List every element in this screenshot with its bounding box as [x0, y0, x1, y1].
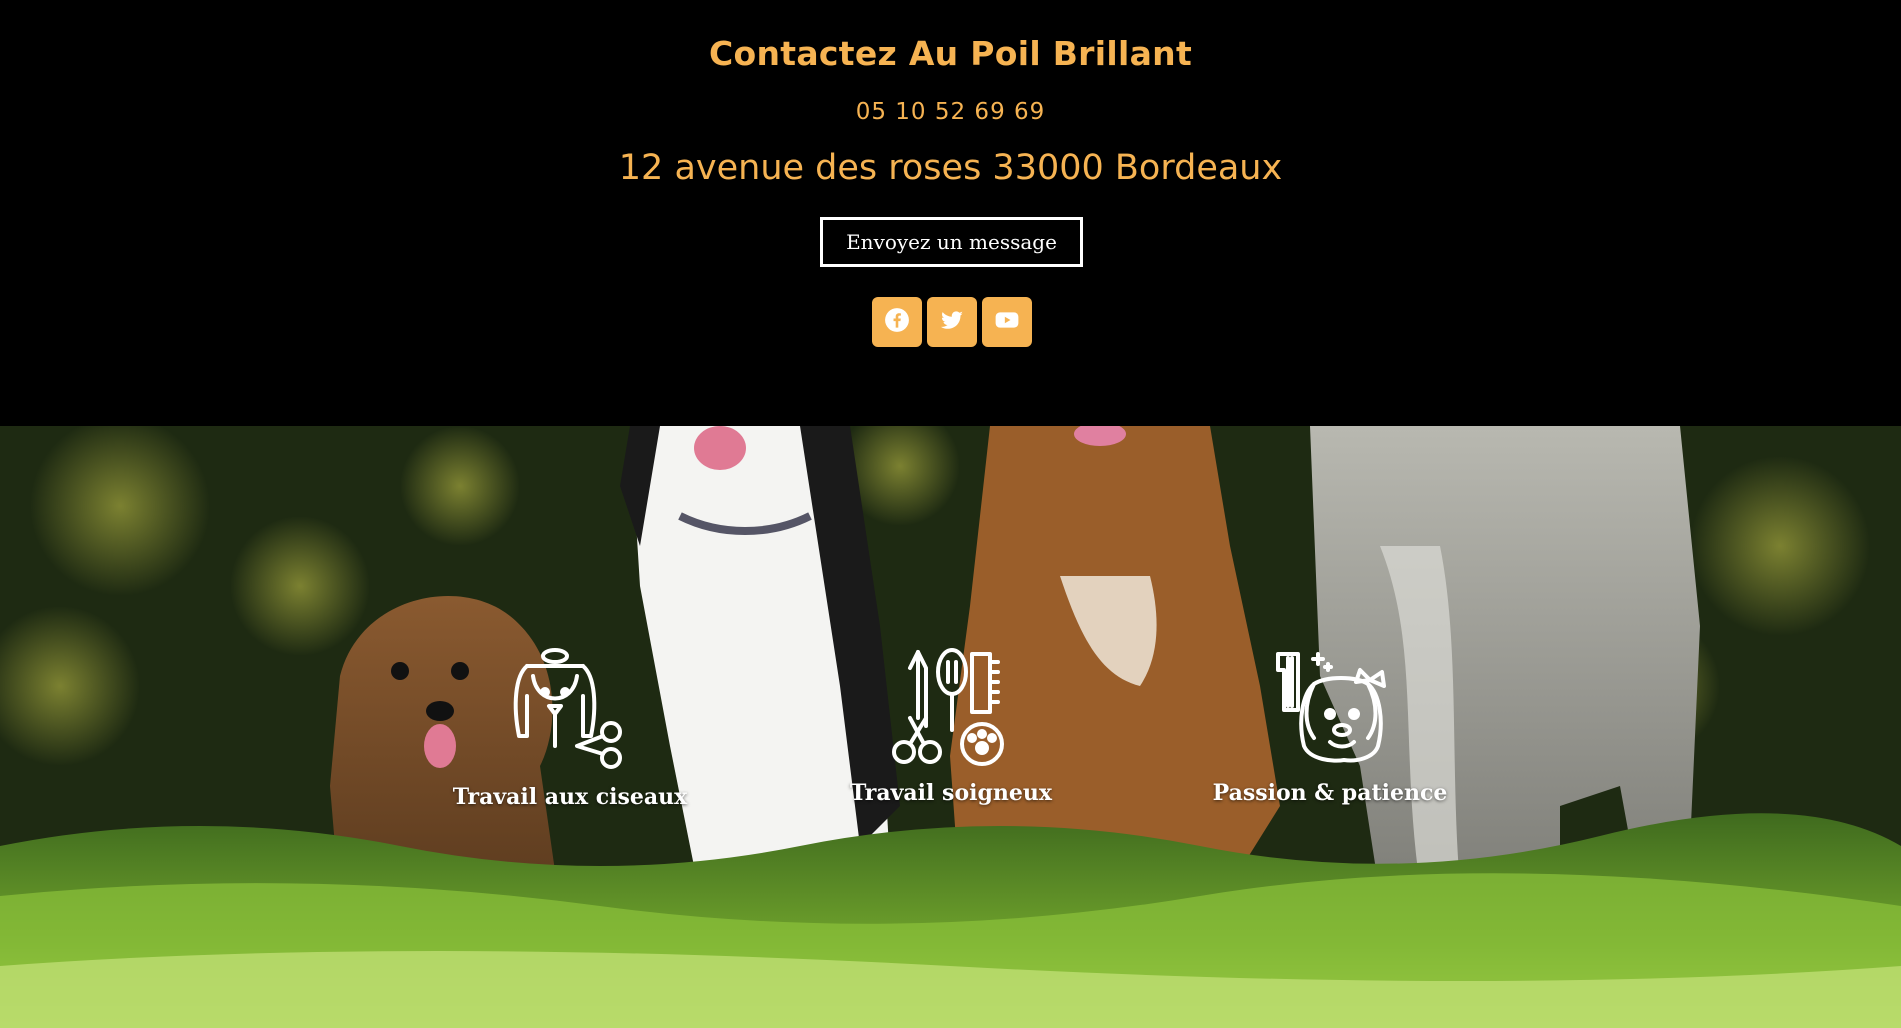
contact-title: Contactez Au Poil Brillant: [708, 34, 1193, 73]
feature-label-passion: Passion & patience: [1212, 780, 1448, 806]
contact-phone: 05 10 52 69 69: [855, 99, 1046, 125]
dog-grooming-scissors-icon: [513, 648, 622, 769]
facebook-button[interactable]: [872, 297, 922, 347]
twitter-button[interactable]: [927, 297, 977, 347]
contact-section: Contactez Au Poil Brillant 05 10 52 69 6…: [0, 0, 1901, 426]
twitter-icon: [939, 307, 965, 338]
hero-dogs-photo: Travail aux ciseaux Travail soigneux Pas…: [0, 426, 1901, 1028]
youtube-button[interactable]: [982, 297, 1032, 347]
feature-label-soigneux: Travail soigneux: [850, 780, 1052, 806]
grooming-tools-icon: [892, 648, 1004, 766]
contact-address: 12 avenue des roses 33000 Bordeaux: [618, 148, 1283, 188]
facebook-icon: [884, 307, 910, 338]
youtube-icon: [994, 307, 1020, 338]
send-message-button[interactable]: Envoyez un message: [820, 217, 1083, 267]
dog-comb-sparkle-icon: [1276, 652, 1386, 763]
feature-label-scissors: Travail aux ciseaux: [452, 784, 688, 810]
